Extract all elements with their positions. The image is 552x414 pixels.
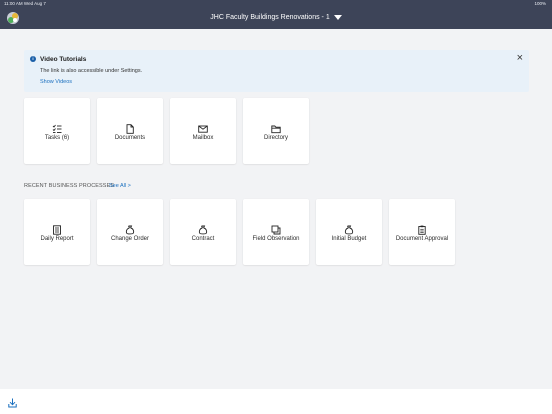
status-time: 11:00 AM Wed Aug 7 [4, 1, 46, 6]
tile-label: Tasks (6) [44, 135, 70, 141]
see-all-link[interactable]: See All > [109, 183, 131, 189]
project-title: JHC Faculty Buildings Renovations - 1 [210, 14, 330, 21]
tile-label: Daily Report [40, 236, 74, 242]
folder-icon [243, 121, 309, 134]
tile-documents[interactable]: Documents [97, 98, 163, 164]
tile-label: Documents [114, 135, 146, 141]
chevron-down-icon [333, 14, 342, 20]
tile-tasks[interactable]: Tasks (6) [24, 98, 90, 164]
tile-change-order[interactable]: Change Order [97, 199, 163, 265]
close-icon[interactable]: × [517, 53, 523, 64]
banner-title: Video Tutorials [40, 56, 87, 63]
banner-text: The link is also accessible under Settin… [40, 68, 143, 74]
status-bar: 11:00 AM Wed Aug 7 100% [0, 0, 552, 8]
info-icon: i [30, 56, 36, 62]
money-bag-icon [170, 222, 236, 235]
clipboard-icon [389, 222, 455, 235]
document-icon [97, 121, 163, 134]
tile-label: Initial Budget [331, 236, 367, 242]
top-nav-bar: JHC Faculty Buildings Renovations - 1 [0, 8, 552, 29]
download-icon[interactable] [8, 395, 17, 408]
video-tutorials-banner: i Video Tutorials The link is also acces… [24, 50, 529, 92]
tile-label: Contract [191, 236, 215, 242]
tile-contract[interactable]: Contract [170, 199, 236, 265]
money-bag-icon [97, 222, 163, 235]
tile-daily-report[interactable]: Daily Report [24, 199, 90, 265]
tile-label: Mailbox [192, 135, 214, 141]
money-bag-icon [316, 222, 382, 235]
tile-field-observation[interactable]: Field Observation [243, 199, 309, 265]
tile-label: Change Order [110, 236, 150, 242]
tile-document-approval[interactable]: Document Approval [389, 199, 455, 265]
tasks-icon [24, 121, 90, 133]
status-battery: 100% [534, 1, 546, 6]
bottom-toolbar [0, 389, 552, 414]
tile-initial-budget[interactable]: Initial Budget [316, 199, 382, 265]
tile-directory[interactable]: Directory [243, 98, 309, 164]
mail-icon [170, 121, 236, 133]
section-title: RECENT BUSINESS PROCESSES [24, 183, 115, 189]
show-videos-link[interactable]: Show Videos [40, 79, 72, 85]
tile-label: Document Approval [395, 236, 449, 242]
tile-label: Field Observation [252, 236, 300, 242]
copy-icon [243, 222, 309, 235]
report-icon [24, 222, 90, 235]
tile-label: Directory [263, 135, 288, 141]
project-selector[interactable]: JHC Faculty Buildings Renovations - 1 [0, 14, 552, 21]
tile-mailbox[interactable]: Mailbox [170, 98, 236, 164]
